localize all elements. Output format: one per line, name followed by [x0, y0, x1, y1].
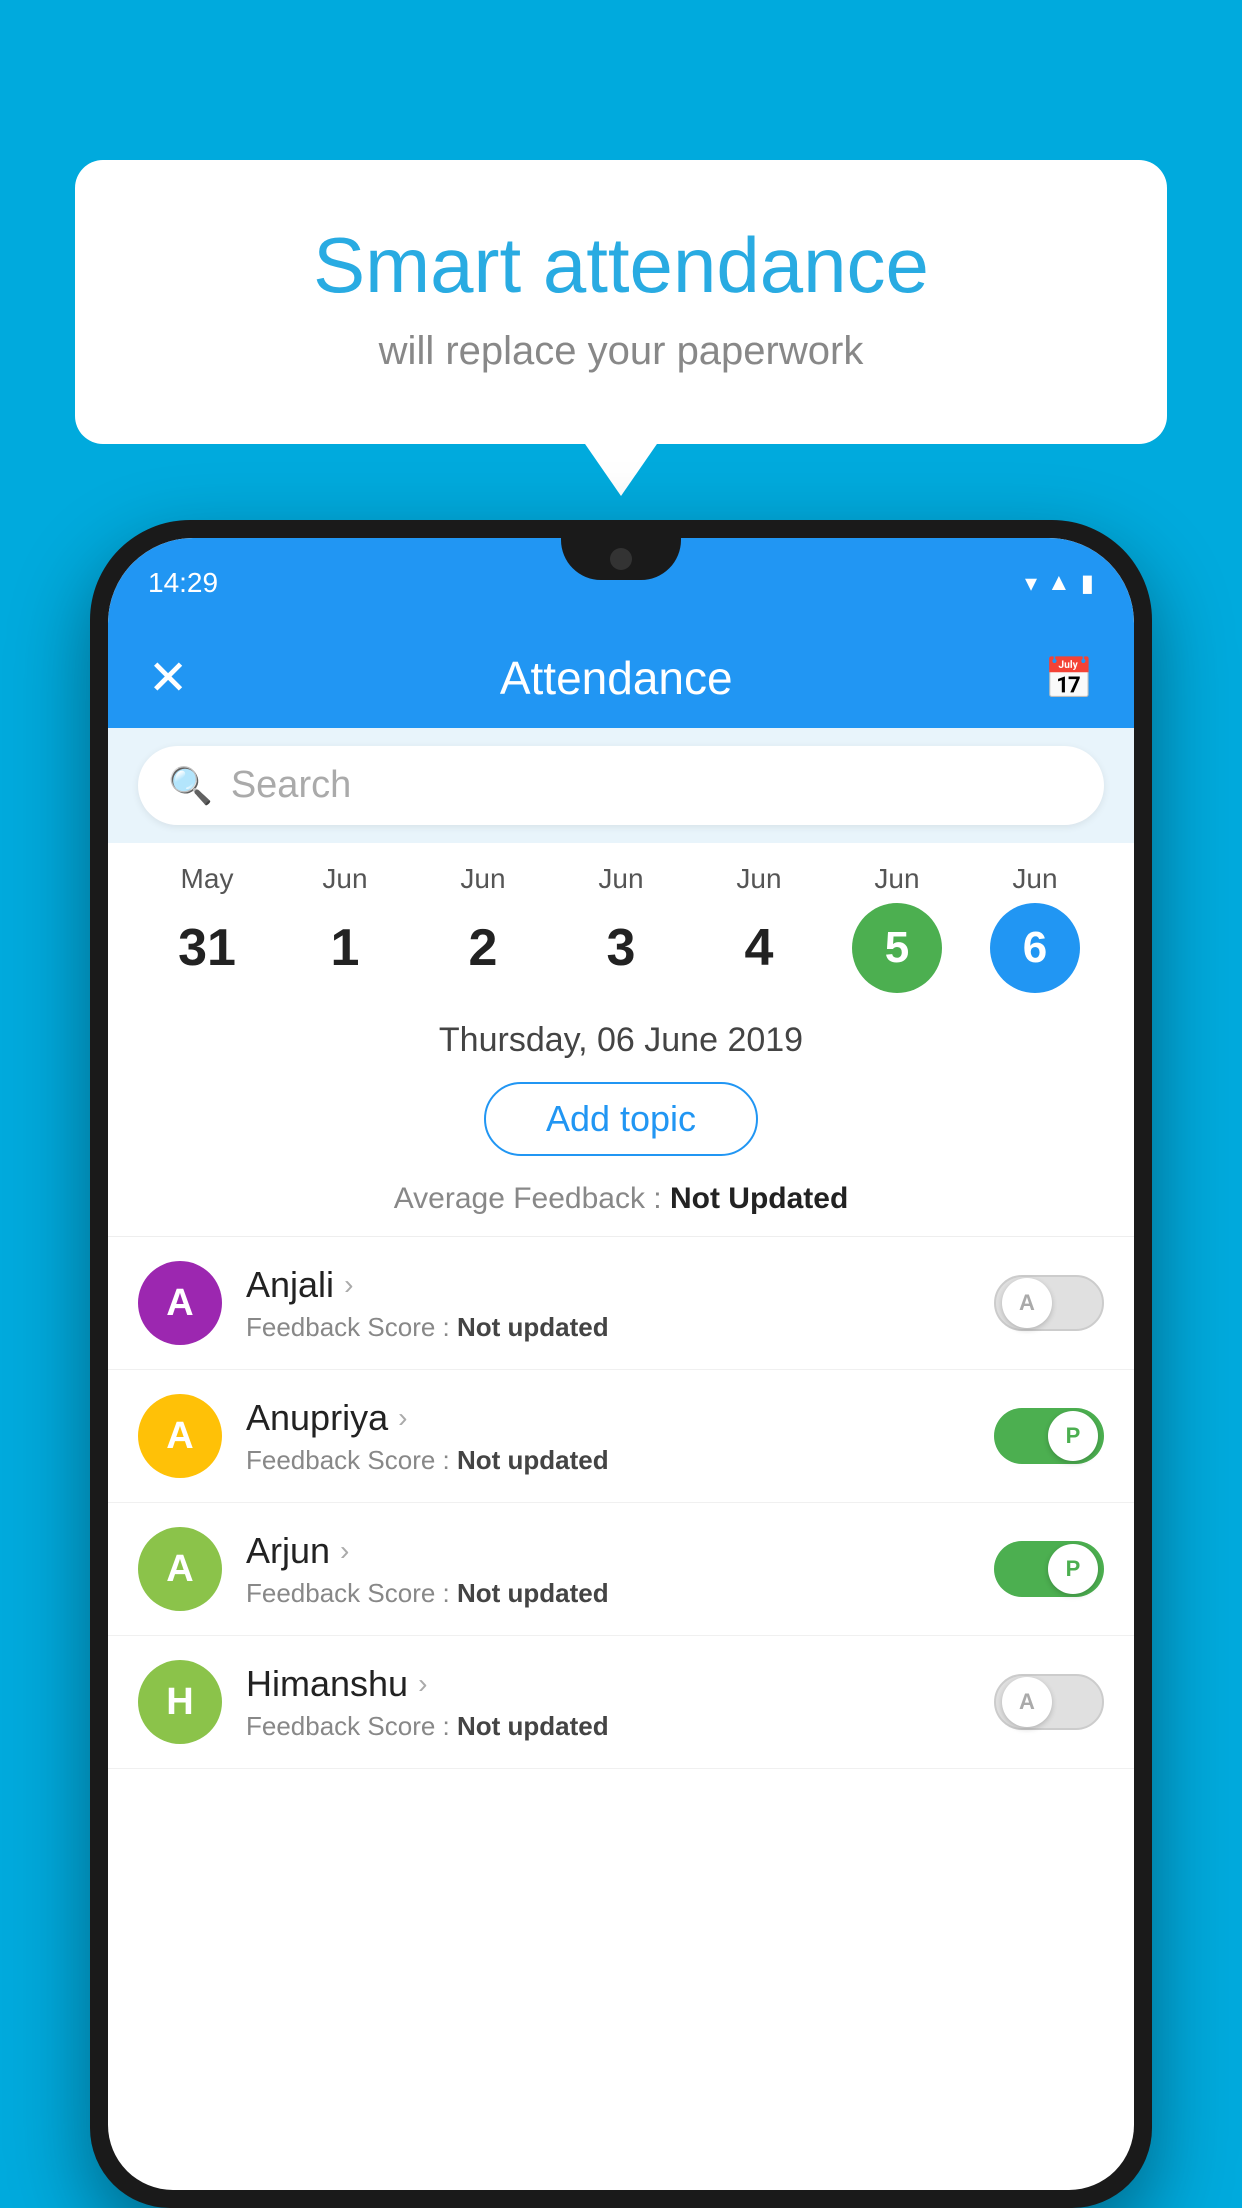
phone-frame: 14:29 ▾ ▲ ▮ ✕ Attendance 📅 🔍 Search [90, 520, 1152, 2208]
feedback-score: Feedback Score : Not updated [246, 1445, 970, 1476]
avatar: H [138, 1660, 222, 1744]
cal-day-number[interactable]: 5 [852, 903, 942, 993]
attendance-toggle[interactable]: P [994, 1541, 1104, 1597]
attendance-toggle[interactable]: A [994, 1275, 1104, 1331]
selected-date: Thursday, 06 June 2019 [439, 1021, 803, 1059]
cal-month-label: May [181, 863, 234, 895]
bubble-subtitle: will replace your paperwork [155, 329, 1087, 374]
cal-month-label: Jun [598, 863, 643, 895]
calendar-row: May 31 Jun 1 Jun 2 Jun 3 Jun 4 Jun 5 Jun 6 [128, 863, 1114, 993]
chevron-icon: › [418, 1668, 427, 1700]
bubble-title: Smart attendance [155, 220, 1087, 311]
chevron-icon: › [344, 1269, 353, 1301]
avatar: A [138, 1394, 222, 1478]
toggle-thumb: P [1048, 1411, 1098, 1461]
feedback-score: Feedback Score : Not updated [246, 1312, 970, 1343]
cal-month-label: Jun [1012, 863, 1057, 895]
cal-day-number[interactable]: 31 [162, 903, 252, 993]
avg-feedback-value: Not Updated [670, 1182, 848, 1215]
calendar-day[interactable]: Jun 3 [571, 863, 671, 993]
student-info: Anupriya › Feedback Score : Not updated [246, 1397, 970, 1476]
avatar: A [138, 1261, 222, 1345]
phone-inner: 14:29 ▾ ▲ ▮ ✕ Attendance 📅 🔍 Search [108, 538, 1134, 2190]
notch-cutout [561, 538, 681, 580]
student-info: Himanshu › Feedback Score : Not updated [246, 1663, 970, 1742]
student-name: Anjali › [246, 1264, 970, 1306]
cal-month-label: Jun [874, 863, 919, 895]
avg-feedback-text: Average Feedback : Not Updated [394, 1182, 849, 1215]
avatar: A [138, 1527, 222, 1611]
status-time: 14:29 [148, 567, 218, 599]
chevron-icon: › [398, 1402, 407, 1434]
calendar-day[interactable]: May 31 [157, 863, 257, 993]
feedback-score: Feedback Score : Not updated [246, 1711, 970, 1742]
speech-bubble-container: Smart attendance will replace your paper… [75, 160, 1167, 444]
wifi-icon: ▾ [1025, 569, 1037, 598]
student-row[interactable]: A Anupriya › Feedback Score : Not updated P [108, 1370, 1134, 1503]
student-row[interactable]: H Himanshu › Feedback Score : Not updated A [108, 1636, 1134, 1769]
student-name: Anupriya › [246, 1397, 970, 1439]
search-icon: 🔍 [168, 765, 213, 807]
calendar-day[interactable]: Jun 2 [433, 863, 533, 993]
student-name: Arjun › [246, 1530, 970, 1572]
avg-feedback: Average Feedback : Not Updated [108, 1174, 1134, 1237]
calendar-day[interactable]: Jun 5 [847, 863, 947, 993]
toggle-thumb: A [1002, 1677, 1052, 1727]
cal-day-number[interactable]: 4 [714, 903, 804, 993]
calendar-day[interactable]: Jun 6 [985, 863, 1085, 993]
add-topic-button[interactable]: Add topic [484, 1082, 758, 1156]
signal-icon: ▲ [1047, 569, 1071, 597]
add-topic-section: Add topic [108, 1068, 1134, 1174]
toggle-thumb: A [1002, 1278, 1052, 1328]
toggle-container[interactable]: A [994, 1275, 1104, 1331]
student-row[interactable]: A Arjun › Feedback Score : Not updated P [108, 1503, 1134, 1636]
feedback-score: Feedback Score : Not updated [246, 1578, 970, 1609]
battery-icon: ▮ [1081, 569, 1094, 598]
status-icons: ▾ ▲ ▮ [1025, 569, 1094, 598]
cal-month-label: Jun [322, 863, 367, 895]
app-header: ✕ Attendance 📅 [108, 628, 1134, 728]
camera-dot [610, 548, 632, 570]
toggle-container[interactable]: P [994, 1408, 1104, 1464]
calendar-day[interactable]: Jun 1 [295, 863, 395, 993]
toggle-container[interactable]: A [994, 1674, 1104, 1730]
status-bar: 14:29 ▾ ▲ ▮ [108, 538, 1134, 628]
attendance-toggle[interactable]: P [994, 1408, 1104, 1464]
toggle-thumb: P [1048, 1544, 1098, 1594]
date-info: Thursday, 06 June 2019 [108, 1003, 1134, 1068]
cal-day-number[interactable]: 3 [576, 903, 666, 993]
cal-month-label: Jun [736, 863, 781, 895]
calendar-day[interactable]: Jun 4 [709, 863, 809, 993]
cal-day-number[interactable]: 2 [438, 903, 528, 993]
student-info: Arjun › Feedback Score : Not updated [246, 1530, 970, 1609]
chevron-icon: › [340, 1535, 349, 1567]
student-row[interactable]: A Anjali › Feedback Score : Not updated A [108, 1237, 1134, 1370]
close-button[interactable]: ✕ [148, 650, 188, 706]
student-name: Himanshu › [246, 1663, 970, 1705]
speech-bubble: Smart attendance will replace your paper… [75, 160, 1167, 444]
cal-day-number[interactable]: 1 [300, 903, 390, 993]
app-title: Attendance [500, 651, 733, 705]
calendar-strip: May 31 Jun 1 Jun 2 Jun 3 Jun 4 Jun 5 Jun 6 [108, 843, 1134, 1003]
cal-day-number[interactable]: 6 [990, 903, 1080, 993]
calendar-button[interactable]: 📅 [1044, 655, 1094, 702]
search-bar-container: 🔍 Search [108, 728, 1134, 843]
search-bar[interactable]: 🔍 Search [138, 746, 1104, 825]
attendance-toggle[interactable]: A [994, 1674, 1104, 1730]
toggle-container[interactable]: P [994, 1541, 1104, 1597]
student-info: Anjali › Feedback Score : Not updated [246, 1264, 970, 1343]
student-list: AAnjali ›Feedback Score : Not updatedAAA… [108, 1237, 1134, 1769]
search-input[interactable]: Search [231, 764, 351, 807]
cal-month-label: Jun [460, 863, 505, 895]
